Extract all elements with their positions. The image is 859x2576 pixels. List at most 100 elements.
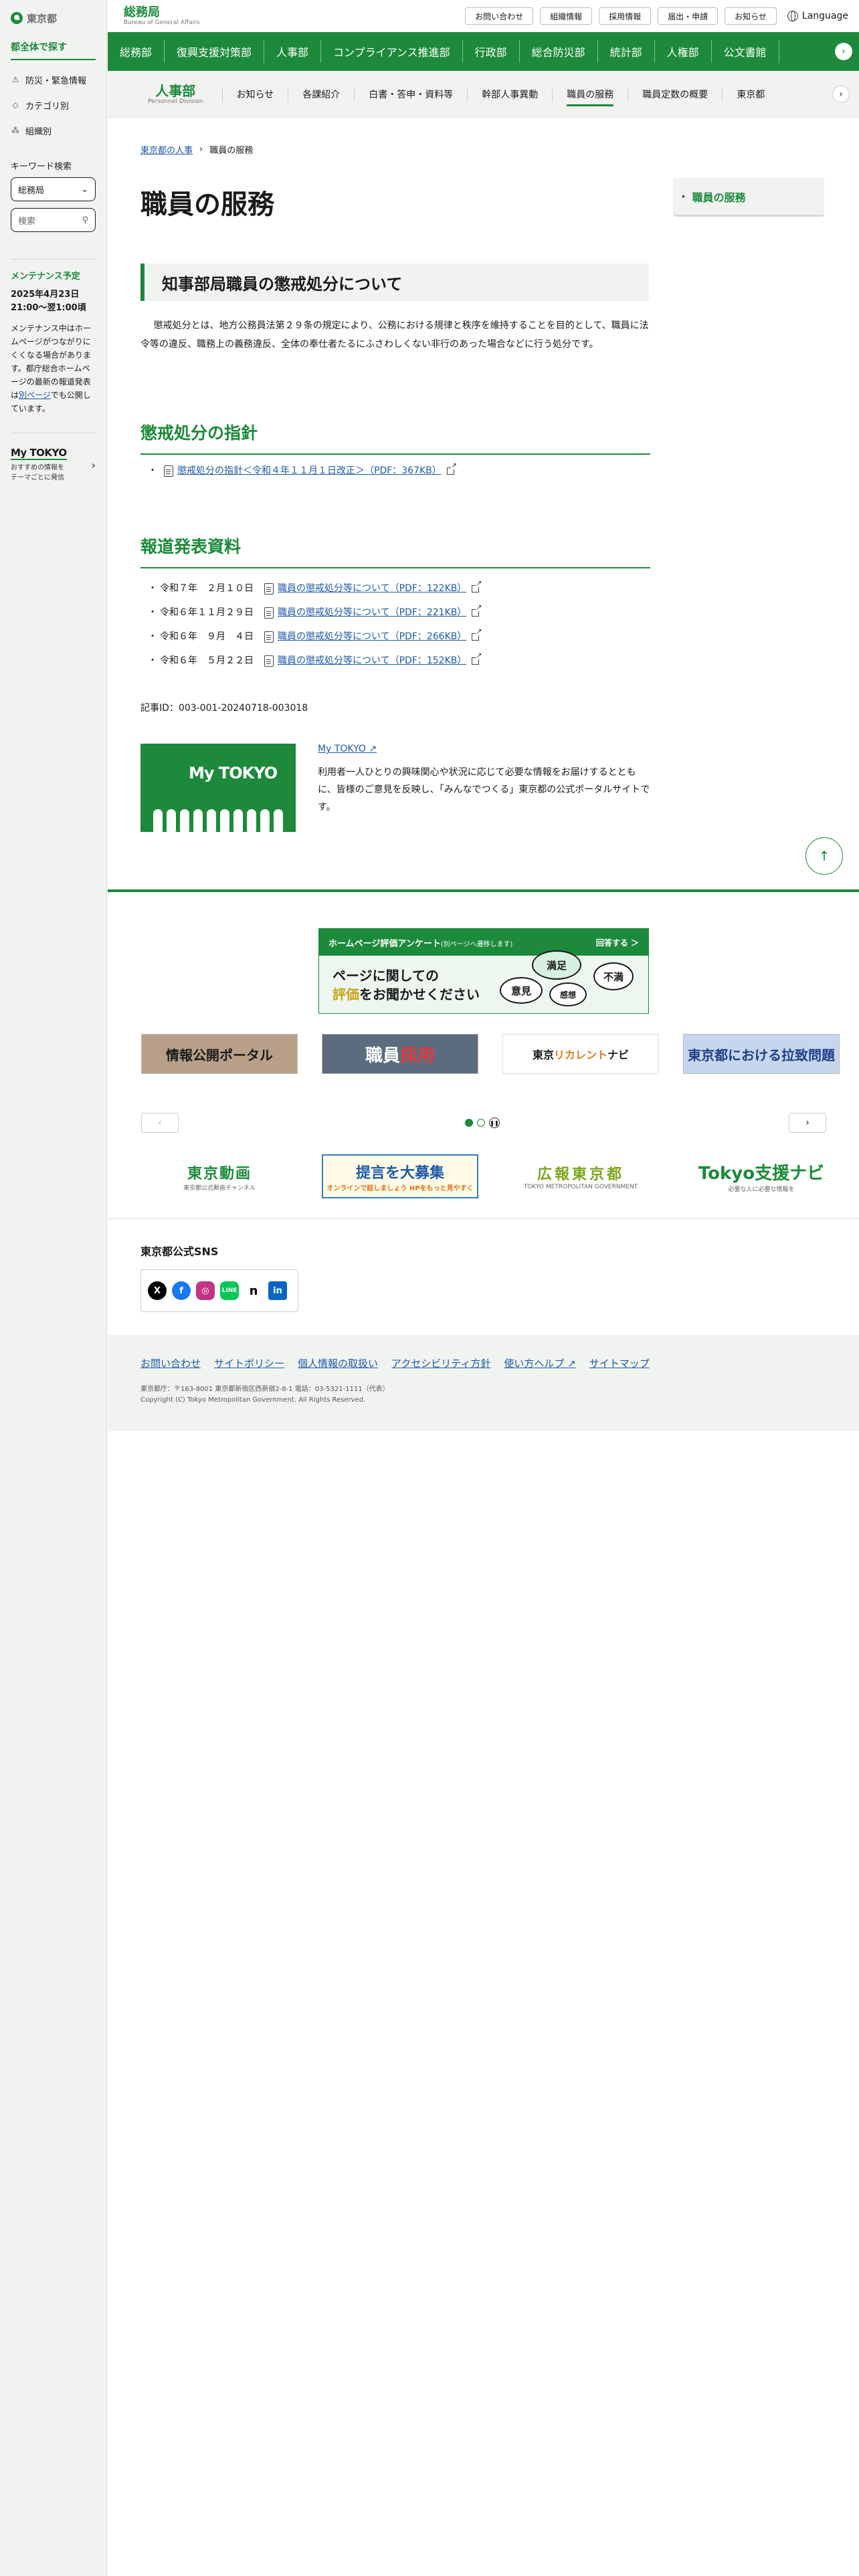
search-input[interactable]: 検索 ⚲ [11,208,96,232]
division-title[interactable]: 人事部 Personnel Division [148,84,203,105]
subnav-staff-service[interactable]: 職員の服務 [552,86,628,106]
facebook-icon[interactable]: f [172,1281,191,1300]
banner-abduction-issue[interactable]: 東京都における拉致問題 [683,1034,840,1074]
subnav-staff-quota[interactable]: 職員定数の概要 [628,86,722,102]
press-pdf-link[interactable]: 職員の懲戒処分等について（PDF：152KB） [278,649,466,673]
sidebar-item-category[interactable]: ◇ カテゴリ別 [11,92,96,118]
breadcrumb-home[interactable]: 東京都の人事 [140,143,193,156]
banner-carousel: 情報公開ポータル 職員 採用 東京 リカレント ナビ 東京都における拉致問題 [141,1034,840,1074]
survey-line2-rest: をお聞かせください [359,986,480,1002]
sidebar-item-label: 組織別 [25,126,52,137]
banner-subtitle: 東京都公式動画チャンネル [183,1184,256,1192]
note-icon[interactable]: n [244,1281,263,1300]
press-date: 令和６年 ９月 ４日 [160,631,254,642]
carousel-next-button[interactable]: › [789,1113,826,1133]
external-link-icon [472,580,482,593]
subnav-tokyo[interactable]: 東京都 [722,86,779,102]
maintenance-link[interactable]: 別ページ [19,391,51,400]
sidebar-item-label: カテゴリ別 [25,101,70,112]
bullet: ・ [148,655,157,666]
dept-tab-disaster[interactable]: 総合防災部 [520,40,598,63]
footer-link-sitemap[interactable]: サイトマップ [589,1356,650,1370]
survey-answer-link[interactable]: 回答する ＞ [596,937,639,948]
banner-proposal[interactable]: 提言を大募集 オンラインで話しましょう HPをもっと見やすく [322,1154,478,1198]
external-link-icon [446,462,457,475]
language-button[interactable]: Language [787,11,848,21]
guideline-pdf-link[interactable]: 懲戒処分の指針＜令和４年１１月１日改正＞（PDF：367KB） [177,459,442,483]
back-to-top-button[interactable]: ↑ [805,837,843,875]
sidebar-item-disaster[interactable]: ⚠ 防災・緊急情報 [11,67,96,92]
warning-icon: ⚠ [11,75,19,84]
line-icon[interactable]: LINE [220,1281,239,1300]
right-nav-current[interactable]: ▸ 職員の服務 [673,178,824,217]
carousel-prev-button[interactable]: ‹ [141,1113,179,1133]
dept-tab-administration[interactable]: 行政部 [463,40,520,63]
external-link-icon [472,628,482,641]
subnav-executive-transfer[interactable]: 幹部人事異動 [467,86,552,102]
subnav-whitepaper[interactable]: 白書・答申・資料等 [354,86,467,102]
subnav-sections[interactable]: 各課紹介 [288,86,354,102]
dept-tab-personnel[interactable]: 人事部 [264,40,322,63]
dept-tab-compliance[interactable]: コンプライアンス推進部 [321,40,463,63]
dept-tab-human-rights[interactable]: 人権部 [655,40,712,63]
footer-link-help[interactable]: 使い方ヘルプ ↗ [504,1356,575,1370]
speech-bubble: 満足 [532,950,581,980]
footer-link-accessibility[interactable]: アクセシビリティ方針 [391,1356,490,1370]
bureau-logo[interactable]: 総務局 Bureau of General Affairs [124,5,200,27]
x-icon[interactable]: X [148,1281,167,1300]
maintenance-date: 2025年4月23日 21:00〜翌1:00頃 [11,288,96,315]
footer-link-contact[interactable]: お問い合わせ [140,1356,201,1370]
category-icon: ◇ [12,100,19,110]
recruit-button[interactable]: 採用情報 [599,7,652,25]
search-icon[interactable]: ⚲ [82,215,88,225]
footer-copyright: Copyright (C) Tokyo Metropolitan Governm… [140,1396,366,1404]
footer-link-policy[interactable]: サイトポリシー [214,1356,284,1370]
bureau-select[interactable]: 総務局 ⌄ [11,177,96,201]
contact-button[interactable]: お問い合わせ [465,7,534,25]
carousel-dot[interactable] [465,1119,473,1127]
external-link-icon [472,652,482,665]
banner-koho-tokyo[interactable]: 広報東京都 TOKYO METROPOLITAN GOVERNMENT [502,1154,659,1198]
footer-links: お問い合わせ サイトポリシー 個人情報の取扱い アクセシビリティ方針 使い方ヘル… [140,1356,650,1370]
press-pdf-link[interactable]: 職員の懲戒処分等について（PDF：122KB） [278,576,466,601]
news-button[interactable]: お知らせ [725,7,777,25]
banner-recurrent-navi[interactable]: 東京 リカレント ナビ [502,1034,659,1074]
maintenance-text-before: メンテナンス中はホームページがつながりにくくなる場合があります。都庁総合ホームペ… [11,324,92,400]
banner-title: 東京動画 [187,1165,252,1182]
external-link-icon [472,604,482,617]
org-info-button[interactable]: 組織情報 [540,7,593,25]
banner-info-portal[interactable]: 情報公開ポータル [141,1034,298,1074]
sidebar-item-organization[interactable]: ⁂ 組織別 [11,118,96,143]
mytokyo-link-text: My TOKYO [318,744,366,754]
subnav-scroll-right-button[interactable]: › [832,86,850,103]
carousel-dot[interactable] [477,1119,485,1127]
sidebar-mytokyo-link[interactable]: My TOKYO おすすめの情報を テーマごとに発信 › [11,433,96,483]
banner-support-navi[interactable]: Tokyo支援ナビ 必要な人に必要な情報を [683,1154,840,1198]
nav-scroll-right-button[interactable]: › [835,43,852,60]
subnav-news[interactable]: お知らせ [221,86,288,102]
mytokyo-link[interactable]: My TOKYO ↗ [318,744,377,754]
footer-link-privacy[interactable]: 個人情報の取扱い [298,1356,378,1370]
pause-icon[interactable]: ❚❚ [489,1117,500,1128]
org-icon: ⁂ [11,126,19,135]
right-nav-label: 職員の服務 [692,191,746,204]
press-pdf-link[interactable]: 職員の懲戒処分等について（PDF：221KB） [278,601,466,625]
sidebar-links: ⚠ 防災・緊急情報 ◇ カテゴリ別 ⁂ 組織別 [11,67,96,143]
survey-highlight: 評価 [332,986,359,1002]
mytokyo-banner-image[interactable]: My TOKYO [140,744,296,832]
dept-tab-statistics[interactable]: 統計部 [598,40,655,63]
survey-banner[interactable]: ホームページ評価アンケート(別ページへ遷移します) 回答する ＞ ページに関して… [318,928,649,1014]
press-pdf-link[interactable]: 職員の懲戒処分等について（PDF：266KB） [278,625,466,649]
linkedin-icon[interactable]: in [268,1281,287,1300]
banner-staff-recruitment[interactable]: 職員 採用 [322,1034,478,1074]
banner-text: 職員 [365,1045,400,1066]
dept-tab-reconstruction[interactable]: 復興支援対策部 [165,40,265,63]
bureau-name: 総務局 [124,5,160,19]
dept-tab-general[interactable]: 総務部 [108,40,165,63]
dept-tab-archives[interactable]: 公文書館 [712,40,779,63]
instagram-icon[interactable]: ◎ [196,1281,215,1300]
banner-tokyo-video[interactable]: 東京動画 東京都公式動画チャンネル [141,1154,298,1198]
tokyo-logo[interactable]: 東京都 [0,0,106,27]
application-button[interactable]: 届出・申請 [658,7,719,25]
list-item: ・ 令和６年 ９月 ４日 職員の懲戒処分等について（PDF：266KB） [148,625,482,649]
